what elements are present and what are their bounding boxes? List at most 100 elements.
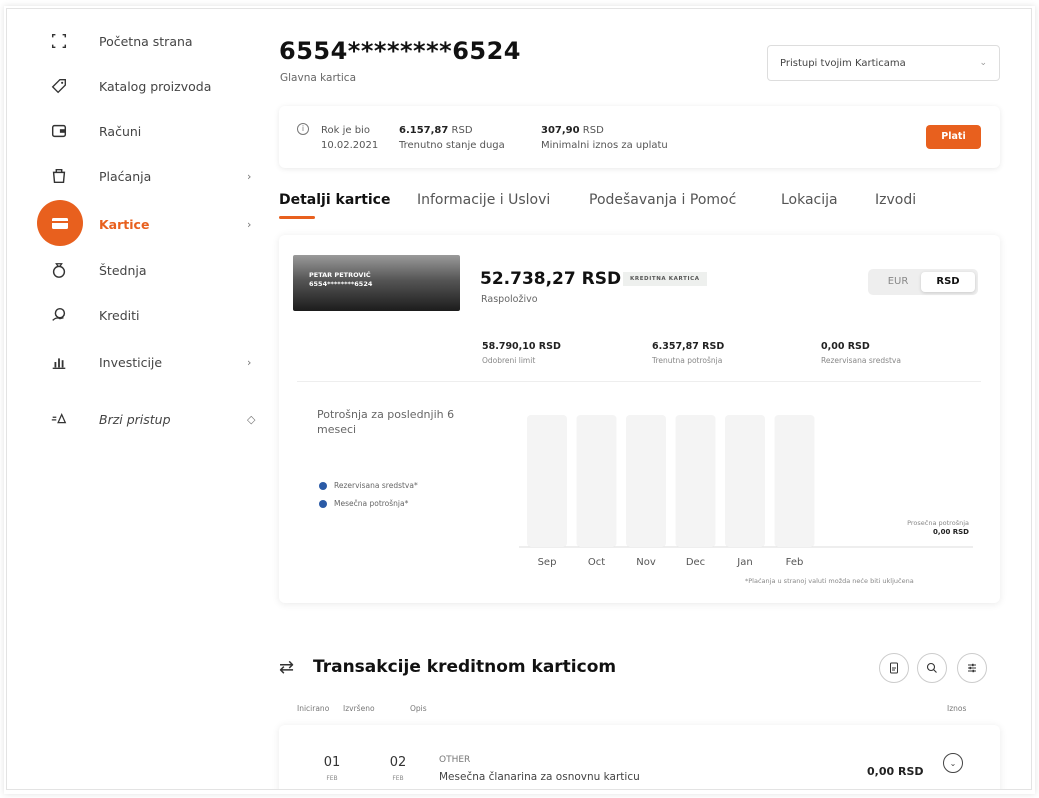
pay-button[interactable]: Plati (926, 125, 981, 149)
payment-due-bar: i Rok je bio 10.02.2021 6.157,87 RSD Tre… (279, 106, 1000, 168)
column-amount: Iznos (947, 704, 967, 713)
legend-dot (319, 499, 327, 508)
payment-icon (47, 164, 71, 188)
sidebar-item-label: Računi (99, 123, 142, 139)
bar-track-jan (725, 415, 765, 547)
x-tick-label: Oct (588, 557, 605, 568)
toggle-icon[interactable]: ◇ (247, 413, 255, 426)
transaction-description: Mesečna članarina za osnovnu karticu (439, 771, 640, 783)
x-tick-label: Jan (736, 557, 752, 568)
minimum-payment: 307,90 RSD Minimalni iznos za uplatu (541, 125, 668, 151)
column-description: Opis (410, 704, 427, 713)
transaction-category: OTHER (439, 755, 471, 765)
sidebar-item-catalog[interactable]: Katalog proizvoda (7, 68, 267, 104)
chart-icon (47, 350, 71, 374)
bar-track-feb (774, 415, 815, 547)
currency-toggle: EUR RSD (868, 269, 978, 295)
sidebar-item-label: Kartice (99, 216, 150, 232)
stat-reserved-funds: 0,00 RSD Rezervisana sredstva (821, 341, 901, 365)
dropdown-value: Pristupi tvojim Karticama (780, 58, 906, 69)
initiated-month: FEB (326, 775, 338, 782)
chevron-right-icon: › (247, 169, 252, 183)
x-tick-label: Dec (686, 557, 705, 568)
search-icon (926, 662, 937, 673)
export-button[interactable] (879, 653, 909, 683)
tab-info-terms[interactable]: Informacije i Uslovi (417, 192, 550, 208)
sidebar-item-investments[interactable]: Investicije › (7, 344, 267, 380)
legend-reserved: Rezervisana sredstva* (319, 481, 418, 490)
tab-statements[interactable]: Izvodi (875, 192, 916, 208)
chart-footnote: *Plaćanja u stranoj valuti možda neće bi… (745, 577, 914, 585)
tab-settings-help[interactable]: Podešavanja i Pomoć (589, 192, 736, 208)
sidebar-item-label: Investicije (99, 354, 163, 370)
transaction-amount: 0,00 RSD (867, 765, 924, 778)
due-deadline: Rok je bio 10.02.2021 (321, 125, 379, 151)
spending-chart: Sep Oct Nov Dec Jan Feb (519, 415, 973, 568)
app-window: Početna strana Katalog proizvoda Računi … (6, 8, 1032, 790)
column-executed: Izvršeno (343, 704, 375, 713)
initiated-day: 01 (323, 755, 341, 770)
sidebar-item-label: Štednja (99, 262, 147, 278)
x-tick-label: Sep (538, 557, 557, 568)
tag-icon (47, 74, 71, 98)
tab-location[interactable]: Lokacija (781, 192, 838, 208)
sidebar-item-label: Početna strana (99, 33, 193, 49)
active-tab-indicator (279, 216, 315, 219)
loan-icon (47, 303, 71, 327)
average-spending: Prosečna potrošnja 0,00 RSD (907, 519, 969, 536)
sidebar-item-quick-access[interactable]: Brzi pristup ◇ (7, 401, 267, 437)
sidebar-item-payments[interactable]: Plaćanja › (7, 158, 267, 194)
page-subtitle: Glavna kartica (280, 72, 357, 84)
card-icon (37, 200, 83, 246)
bar-track-sep (527, 415, 567, 547)
sidebar-item-label: Krediti (99, 307, 140, 323)
filter-button[interactable] (957, 653, 987, 683)
savings-icon (47, 258, 71, 282)
available-label: Raspoloživo (481, 294, 538, 305)
page-title: 6554********6524 (279, 37, 521, 65)
sidebar-item-savings[interactable]: Štednja (7, 252, 267, 288)
legend-dot (319, 481, 327, 490)
filter-icon (968, 663, 976, 673)
card-select-dropdown[interactable]: Pristupi tvojim Karticama ⌄ (767, 45, 1000, 81)
document-icon (890, 662, 898, 674)
sidebar-item-label: Brzi pristup (99, 411, 171, 427)
card-type-badge: KREDITNA KARTICA (623, 272, 707, 286)
sidebar-item-label: Katalog proizvoda (99, 78, 212, 94)
available-amount: 52.738,27 RSD (480, 269, 622, 289)
divider (297, 381, 981, 382)
stat-approved-limit: 58.790,10 RSD Odobreni limit (482, 341, 561, 365)
executed-month: FEB (392, 775, 404, 782)
sidebar-item-accounts[interactable]: Računi (7, 113, 267, 149)
expand-icon[interactable]: ⌄ (943, 753, 963, 773)
chart-title: Potrošnja za poslednjih 6 meseci (317, 408, 455, 436)
card-image: PETAR PETROVIĆ 6554********6524 (293, 255, 460, 311)
chevron-right-icon: › (247, 217, 252, 231)
tab-card-details[interactable]: Detalji kartice (279, 192, 390, 208)
chevron-down-icon: ⌄ (979, 58, 987, 68)
swap-icon: ⇄ (279, 657, 295, 678)
sidebar-item-label: Plaćanja (99, 168, 152, 184)
currency-rsd[interactable]: RSD (921, 272, 975, 292)
x-tick-label: Nov (636, 557, 656, 568)
x-tick-label: Feb (786, 557, 804, 568)
transactions-title: Transakcije kreditnom karticom (313, 657, 617, 677)
executed-day: 02 (389, 755, 407, 770)
sidebar: Početna strana Katalog proizvoda Računi … (7, 9, 272, 789)
bar-track-dec (675, 415, 716, 547)
home-icon (47, 29, 71, 53)
stat-current-spending: 6.357,87 RSD Trenutna potrošnja (652, 341, 725, 365)
search-button[interactable] (917, 653, 947, 683)
column-initiated: Inicirano (297, 704, 330, 713)
card-details-panel: PETAR PETROVIĆ 6554********6524 52.738,2… (279, 235, 1000, 603)
chevron-right-icon: › (247, 355, 252, 369)
wallet-icon (47, 119, 71, 143)
bar-track-oct (576, 415, 617, 547)
table-row[interactable]: 01 FEB 02 FEB OTHER Mesečna članarina za… (279, 725, 1000, 789)
currency-eur[interactable]: EUR (871, 272, 925, 292)
sidebar-item-home[interactable]: Početna strana (7, 23, 267, 59)
sidebar-item-cards[interactable]: Kartice › (7, 200, 267, 246)
info-icon: i (297, 123, 309, 135)
sidebar-item-loans[interactable]: Krediti (7, 297, 267, 333)
quick-access-icon (47, 407, 71, 431)
